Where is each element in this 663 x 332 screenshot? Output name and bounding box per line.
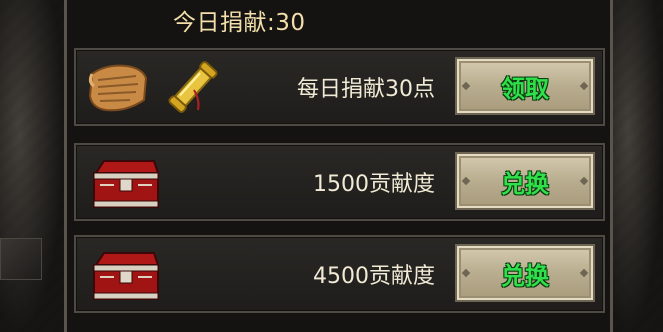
exchange-button[interactable]: 兑换 [455,244,595,302]
treasure-chest-icon [93,252,160,300]
exchange-button[interactable]: 兑换 [455,152,595,210]
exchange-button-label: 兑换 [501,169,549,198]
panel-header: 今日捐献:30 [67,0,610,40]
background-right [613,0,663,332]
rolled-scroll-icon [168,61,218,113]
reward-label: 每日捐献30点 [297,77,435,102]
reward-row-daily: 每日捐献30点 领取 [74,48,605,126]
reward-row-4500: 4500贡献度 兑换 [74,235,605,313]
exchange-button-label: 兑换 [501,261,549,290]
claim-button[interactable]: 领取 [455,57,595,115]
donation-panel: 今日捐献:30 每日捐献30点 领取 1500贡献度 兑换 4500贡献度 兑换 [64,0,613,332]
background-stone-block [0,238,42,280]
reward-label: 4500贡献度 [313,264,435,289]
today-donation-label: 今日捐献:30 [173,10,306,36]
reward-row-1500: 1500贡献度 兑换 [74,143,605,221]
treasure-chest-icon [93,160,160,208]
scroll-icon [88,64,148,112]
background-left [0,0,64,332]
reward-label: 1500贡献度 [313,172,435,197]
claim-button-label: 领取 [501,74,549,103]
